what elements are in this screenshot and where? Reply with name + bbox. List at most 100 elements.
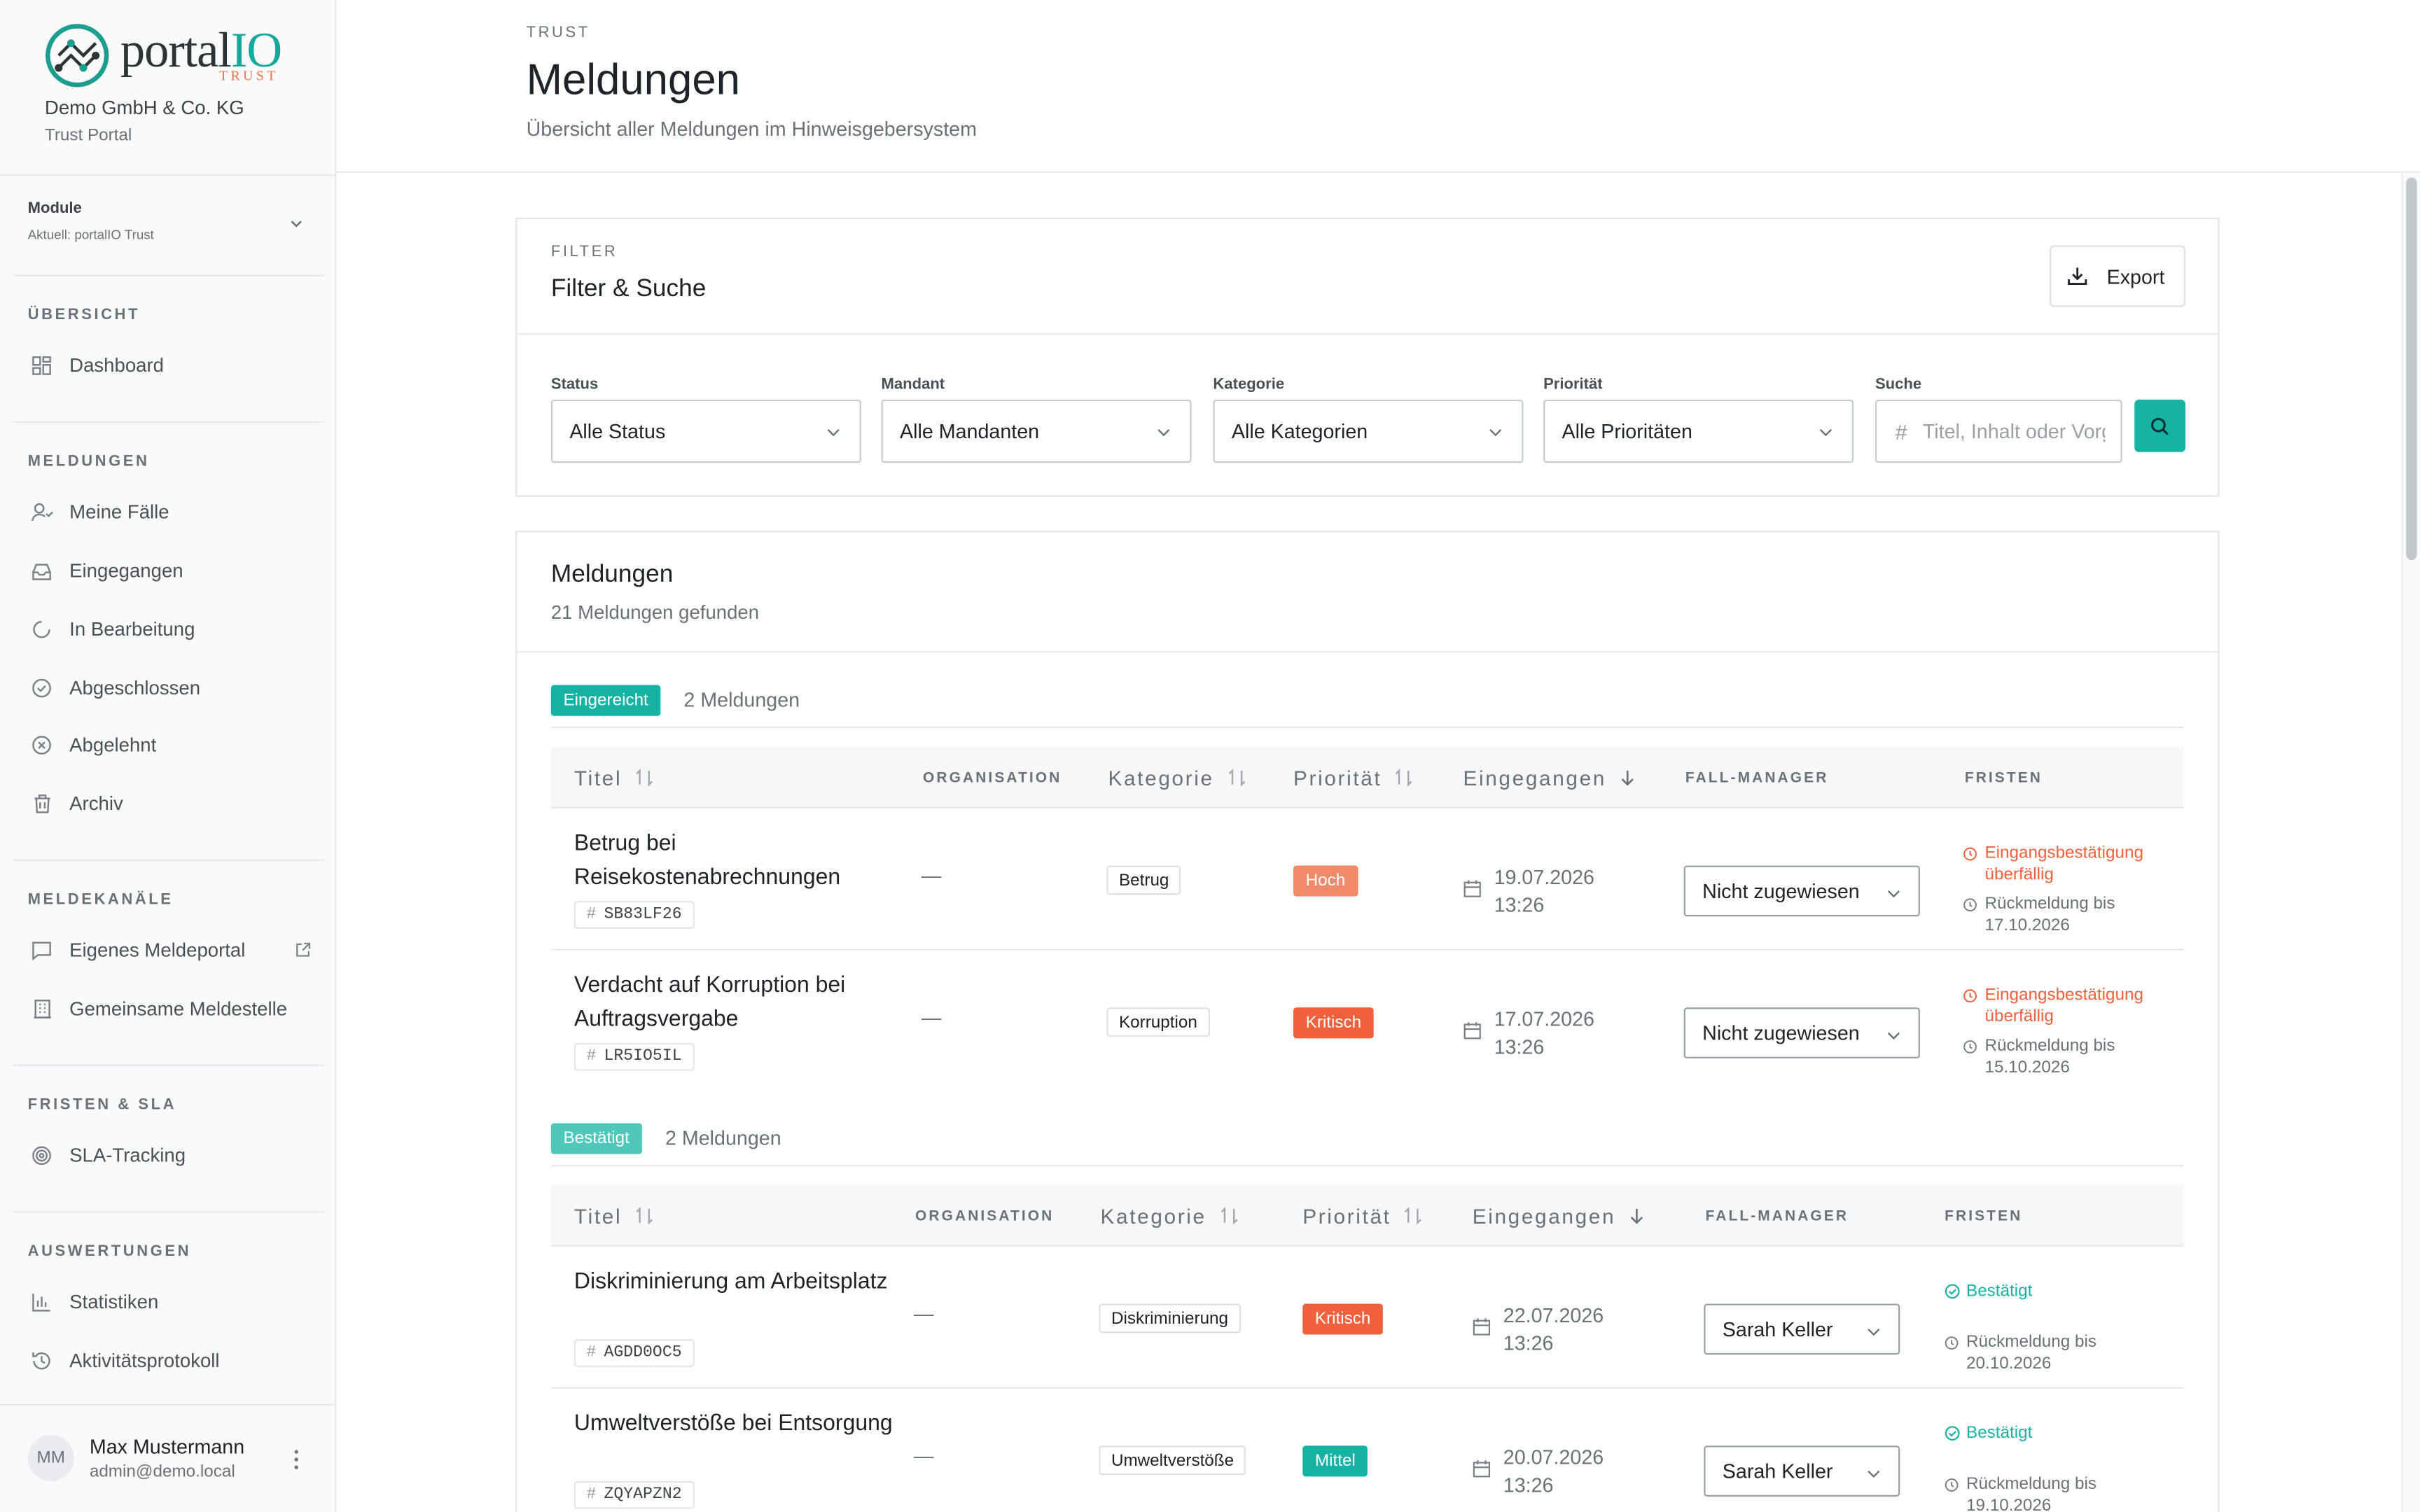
sidebar-item-sla-tracking[interactable]: SLA-Tracking [28, 1133, 321, 1179]
card-divider [517, 651, 2218, 653]
user-profile[interactable]: MM Max Mustermann admin@demo.local [27, 1429, 321, 1490]
column-prioritaet[interactable]: Priorität [1293, 747, 1414, 808]
report-organisation: — [913, 1444, 934, 1468]
column-titel[interactable]: Titel [574, 747, 655, 808]
sidebar-item-eigenes-meldeportal[interactable]: Eigenes Meldeportal [28, 927, 321, 974]
prioritaet-select[interactable]: Alle Prioritäten [1543, 399, 1854, 463]
column-kategorie[interactable]: Kategorie [1101, 1185, 1239, 1247]
category-badge: Betrug [1106, 865, 1182, 895]
calendar-icon [1473, 1318, 1491, 1336]
column-prioritaet[interactable]: Priorität [1302, 1185, 1424, 1247]
table-row[interactable]: Diskriminierung am Arbeitsplatz # AGDD0OC… [550, 1247, 2184, 1389]
report-id: # LR5IO5IL [573, 1042, 695, 1071]
report-title[interactable]: Verdacht auf Korruption bei Auftragsverg… [574, 969, 898, 1037]
sort-icon [1403, 1206, 1424, 1225]
company-subtitle: Trust Portal [44, 126, 132, 146]
calendar-icon [1463, 1022, 1481, 1040]
reports-title: Meldungen [550, 561, 674, 588]
received-date: 19.07.2026 13:26 [1494, 865, 1595, 917]
scrollbar[interactable] [2401, 172, 2420, 1512]
chevron-down-icon [827, 428, 840, 437]
group-divider [550, 1165, 2184, 1167]
manager-select[interactable]: Sarah Keller [1704, 1446, 1900, 1497]
sidebar-item-statistiken[interactable]: Statistiken [28, 1279, 321, 1325]
column-eingegangen[interactable]: Eingegangen [1473, 1185, 1645, 1247]
sidebar-item-gemeinsame-meldestelle[interactable]: Gemeinsame Meldestelle [28, 986, 321, 1032]
search-field[interactable]: # [1875, 399, 2122, 463]
history-icon [28, 1347, 56, 1375]
sidebar-divider [12, 1211, 324, 1213]
sidebar-item-dashboard[interactable]: Dashboard [28, 342, 321, 388]
app-root: portalIO TRUST Demo GmbH & Co. KG Trust … [0, 0, 2420, 1512]
user-name: Max Mustermann [89, 1434, 245, 1458]
logo[interactable]: portalIO TRUST [43, 22, 314, 92]
table-header: Titel ORGANISATION Kategorie Priorität E… [550, 1184, 2184, 1247]
table-row[interactable]: Betrug bei Reisekostenabrechnungen # SB83… [550, 808, 2184, 951]
sidebar-item-in-bearbeitung[interactable]: In Bearbeitung [28, 606, 321, 652]
column-titel[interactable]: Titel [574, 1185, 655, 1247]
user-check-icon [28, 498, 56, 526]
page-eyebrow: TRUST [526, 24, 590, 42]
report-title[interactable]: Diskriminierung am Arbeitsplatz [574, 1265, 898, 1298]
status-select[interactable]: Alle Status [550, 399, 861, 463]
column-fristen: FRISTEN [1964, 769, 2043, 786]
report-title[interactable]: Betrug bei Reisekostenabrechnungen [574, 827, 898, 895]
report-organisation: — [913, 1302, 934, 1326]
sidebar-divider [12, 859, 324, 861]
chevron-down-icon [1157, 428, 1170, 437]
download-icon [2068, 267, 2087, 285]
module-switcher[interactable]: Module Aktuell: portalIO Trust [28, 201, 314, 251]
chevron-down-icon [1819, 428, 1833, 437]
more-vertical-icon[interactable] [290, 1444, 302, 1475]
manager-select[interactable]: Nicht zugewiesen [1683, 1007, 1920, 1059]
search-button[interactable] [2134, 399, 2186, 452]
sidebar-item-archiv[interactable]: Archiv [28, 780, 321, 827]
sort-icon [634, 769, 655, 787]
search-input[interactable] [1922, 419, 2105, 443]
logo-subtext: TRUST [218, 67, 279, 84]
filter-title: Filter & Suche [550, 276, 707, 303]
report-title[interactable]: Umweltverstöße bei Entsorgung [574, 1407, 898, 1441]
category-badge: Diskriminierung [1099, 1303, 1241, 1334]
sort-desc-icon [1628, 1207, 1645, 1225]
scrollbar-thumb[interactable] [2406, 177, 2417, 561]
table-row[interactable]: Umweltverstöße bei Entsorgung # ZQYAPZN2 … [551, 1389, 2184, 1512]
deadline-feedback: Rückmeldung bis 19.10.2026 [1945, 1474, 2120, 1512]
section-fristen-sla: FRISTEN & SLA [27, 1097, 177, 1114]
clock-icon [1945, 1331, 1963, 1375]
logo-mark-icon [46, 24, 109, 88]
sidebar-item-abgeschlossen[interactable]: Abgeschlossen [28, 665, 321, 711]
kategorie-select[interactable]: Alle Kategorien [1213, 399, 1524, 463]
sort-icon [1218, 1206, 1239, 1225]
sidebar-item-aktivitaetsprotokoll[interactable]: Aktivitätsprotokoll [28, 1338, 321, 1384]
column-fall-manager: FALL-MANAGER [1705, 1207, 1849, 1224]
user-email: admin@demo.local [89, 1462, 235, 1481]
sidebar-item-label: Statistiken [69, 1291, 159, 1313]
page-header: TRUST Meldungen Übersicht aller Meldunge… [336, 0, 2420, 173]
column-kategorie[interactable]: Kategorie [1108, 747, 1246, 808]
deadline-confirmed: Bestätigt [1945, 1422, 2032, 1447]
sidebar-item-label: Meine Fälle [69, 501, 169, 524]
reports-count: 21 Meldungen gefunden [550, 601, 760, 624]
report-organisation: — [921, 864, 942, 888]
chevron-down-icon [1868, 1328, 1880, 1336]
column-eingegangen[interactable]: Eingegangen [1463, 747, 1635, 808]
bar-chart-icon [28, 1288, 56, 1316]
sidebar-item-meine-faelle[interactable]: Meine Fälle [28, 489, 321, 536]
mandant-select[interactable]: Alle Mandanten [881, 399, 1192, 463]
kategorie-label: Kategorie [1213, 376, 1285, 394]
table-row[interactable]: Verdacht auf Korruption bei Auftragsverg… [551, 951, 2184, 1093]
sidebar-item-abgelehnt[interactable]: Abgelehnt [28, 722, 321, 769]
sidebar-item-label: Aktivitätsprotokoll [69, 1350, 220, 1372]
manager-select[interactable]: Nicht zugewiesen [1683, 865, 1920, 917]
alert-circle-icon [1963, 842, 1982, 886]
status-label: Status [550, 376, 599, 394]
manager-select[interactable]: Sarah Keller [1704, 1303, 1900, 1355]
module-label: Module [27, 200, 82, 218]
clock-icon [1945, 1474, 1963, 1512]
export-button[interactable]: Export [2050, 245, 2186, 307]
report-id: # AGDD0OC5 [573, 1339, 695, 1367]
sidebar-item-eingegangen[interactable]: Eingegangen [28, 547, 321, 594]
target-icon [28, 1142, 56, 1170]
chevron-down-icon [1868, 1470, 1880, 1478]
